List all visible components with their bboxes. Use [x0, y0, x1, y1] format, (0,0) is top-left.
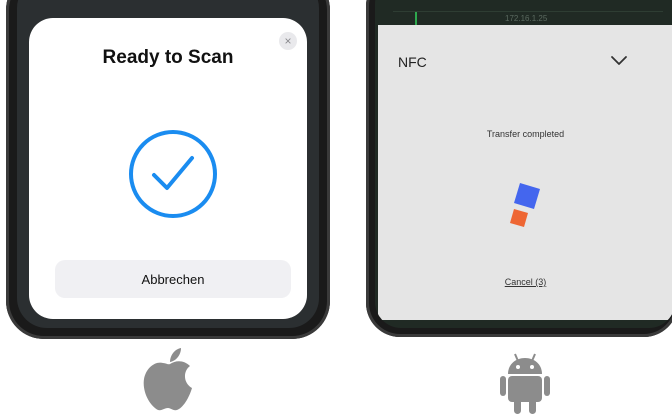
android-screen: 172.16.1.25 NFC Transfer completed Cance… — [375, 0, 672, 328]
transfer-status-text: Transfer completed — [486, 129, 565, 139]
background-text: 172.16.1.25 — [505, 14, 548, 23]
android-logo-icon — [500, 353, 550, 414]
background-app-strip: 172.16.1.25 — [393, 11, 663, 26]
cancel-link[interactable]: Cancel (3) — [378, 277, 672, 287]
cancel-button[interactable]: Abbrechen — [55, 260, 291, 298]
chevron-down-icon[interactable] — [610, 55, 628, 67]
apple-logo-icon — [143, 348, 192, 411]
sheet-header-title: NFC — [398, 54, 427, 70]
ready-to-scan-sheet: × Ready to Scan Abbrechen — [29, 18, 307, 319]
iphone-screen: × Ready to Scan Abbrechen — [17, 0, 319, 328]
app-logo-icon — [510, 183, 540, 227]
status-indicator — [415, 12, 417, 26]
iphone-device: × Ready to Scan Abbrechen — [6, 0, 330, 339]
nfc-bottom-sheet: NFC Transfer completed Cancel (3) — [378, 25, 672, 320]
sheet-title: Ready to Scan — [102, 47, 234, 68]
checkmark-circle-icon — [129, 130, 217, 218]
android-device: 172.16.1.25 NFC Transfer completed Cance… — [366, 0, 672, 337]
